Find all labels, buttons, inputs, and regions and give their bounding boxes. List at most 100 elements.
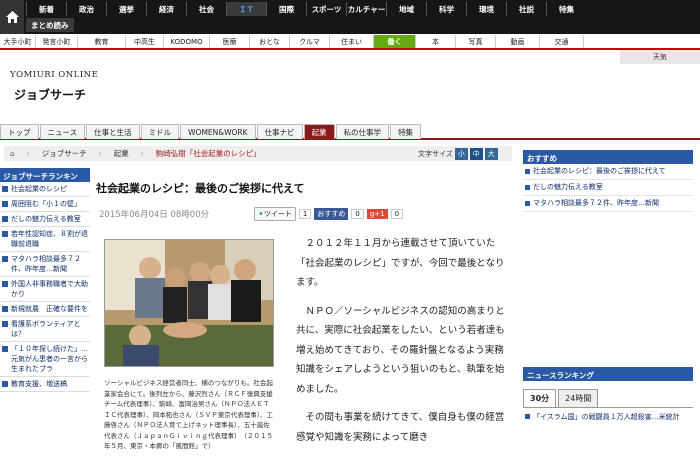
sub-nav-item[interactable]: 交通 — [540, 35, 584, 48]
home-icon[interactable]: ⌂ — [10, 149, 15, 158]
top-nav-item[interactable]: 地域 — [386, 2, 426, 16]
sub-nav-item[interactable]: 働く — [374, 35, 416, 48]
sub-nav: 大手小町 発言小町 教育 中高生 KODOMO 医療 おとな クルマ 住まい 働く本写真 動画 交通 — [0, 35, 700, 50]
left-sidebar-item[interactable]: 外国人非事務職者で大助かり — [0, 277, 90, 302]
top-nav-item[interactable]: 政治 — [66, 2, 106, 16]
breadcrumb-item[interactable]: ジョブサーチ — [42, 148, 87, 159]
article-paragraph: ＮＰＯ／ソーシャルビジネスの認知の高まりと共に、実際に社会起業をしたい、という若… — [296, 305, 505, 395]
top-nav-item[interactable]: 新着 — [26, 2, 66, 16]
right-sidebar-recommended: おすすめ 社会起業のレシピ：最後のご挨拶に代えて だしの魅力伝える教室 マタハラ相談… — [523, 150, 693, 212]
left-sidebar-item[interactable]: だしの魅力伝える教室 — [0, 212, 90, 227]
sub-nav-item[interactable]: 本 — [416, 35, 456, 48]
category-nav: 新着 政治 選挙 経済 社会 ＩＴ 国際 スポーツ カルチャー 地域 科学 環境 社説 特集 — [26, 2, 586, 16]
section-tab[interactable]: 仕事ナビ — [256, 124, 303, 139]
tweet-button[interactable]: ✦ツイート — [254, 207, 296, 221]
sub-nav-item[interactable]: 写真 — [456, 35, 496, 48]
font-size-large-button[interactable]: 大 — [484, 148, 498, 160]
bullet-icon — [2, 321, 8, 327]
bullet-icon — [525, 169, 530, 174]
bullet-icon — [2, 346, 8, 352]
news-ranking: ニュースランキング 30分 24時間 「イスラム国」の戦闘員１万人超殺害…米統計 — [523, 367, 693, 426]
bullet-icon — [2, 281, 8, 287]
left-sidebar-item[interactable]: 社会起業のレシピ — [0, 182, 90, 197]
bullet-icon — [2, 231, 8, 237]
bullet-icon — [525, 185, 530, 190]
font-size-label: 文字サイズ — [418, 150, 453, 158]
left-sidebar-item[interactable]: 看護系ボランティアとは？ — [0, 317, 90, 342]
bullet-icon — [2, 306, 8, 312]
breadcrumb-current: 駒崎弘樹「社会起業のレシピ」 — [155, 149, 261, 158]
sub-nav-item[interactable]: クルマ — [290, 35, 330, 48]
breadcrumb-item[interactable]: 起業 — [114, 148, 129, 159]
facebook-recommend-button[interactable]: おすすめ — [314, 208, 349, 220]
sub-nav-item[interactable]: 動画 — [496, 35, 540, 48]
section-tab[interactable]: トップ — [0, 124, 39, 139]
bullet-icon — [2, 186, 8, 192]
section-tab[interactable]: 起業 — [303, 124, 335, 139]
top-nav-item[interactable]: カルチャー — [346, 2, 386, 16]
sub-nav-item[interactable]: おとな — [250, 35, 290, 48]
social-buttons: ✦ツイート 1 おすすめ 0 g+1 0 — [254, 207, 404, 221]
bullet-icon — [525, 414, 530, 419]
bullet-icon — [2, 256, 8, 262]
section-tab[interactable]: 特集 — [390, 124, 422, 139]
font-size-medium-button[interactable]: 中 — [469, 148, 483, 160]
recommended-item[interactable]: 社会起業のレシピ：最後のご挨拶に代えて — [523, 164, 693, 180]
weather-link[interactable]: 天気 — [620, 50, 700, 64]
global-nav-bar: 新着 政治 選挙 経済 社会 ＩＴ 国際 スポーツ カルチャー 地域 科学 環境 社説 特集 まとめ読み — [0, 0, 700, 34]
recommended-item[interactable]: マタハラ相談最多７２件、昨年度…新聞 — [523, 196, 693, 212]
section-tab[interactable]: 仕事と生活 — [86, 124, 140, 139]
article-title: 社会起業のレシピ：最後のご挨拶に代えて — [96, 182, 305, 195]
sub-nav-item[interactable]: 住まい — [330, 35, 374, 48]
article-photo[interactable] — [104, 239, 274, 367]
matome-button[interactable]: まとめ読み — [26, 18, 74, 32]
article-body: ２０１２年１１月から連載させて頂いていた「社会起業のレシピ」ですが、今回で最後と… — [296, 234, 508, 456]
photo-caption: ソーシャルビジネス経営者同士、横のつながりも。社会起業家会合にて。後列左から、藤… — [104, 379, 273, 450]
bullet-icon — [2, 216, 8, 222]
left-sidebar-item[interactable]: 「１０年探し続けた」…元気がん患者の一言から生まれたプラ — [0, 342, 90, 377]
bullet-icon — [2, 381, 8, 387]
top-nav-item[interactable]: 社説 — [506, 2, 546, 16]
gplus-button[interactable]: g+1 — [366, 209, 388, 219]
left-sidebar-title: ジョブサーチランキン — [0, 168, 90, 182]
tweet-count: 1 — [298, 209, 312, 219]
sub-nav-item[interactable]: 医療 — [210, 35, 250, 48]
sub-nav-item[interactable]: KODOMO — [164, 35, 210, 48]
left-sidebar-item[interactable]: 新規就農 正確な要件を — [0, 302, 90, 317]
ranking-tab-24h[interactable]: 24時間 — [558, 389, 599, 407]
top-nav-item[interactable]: 科学 — [426, 2, 466, 16]
left-sidebar-item[interactable]: 教育支援、増送稿 — [0, 377, 90, 392]
site-brand[interactable]: YOMIURI ONLINE — [10, 70, 98, 80]
left-sidebar-item[interactable]: 若年性認知症、８割が退職前退職 — [0, 227, 90, 252]
sub-nav-item[interactable]: 教育 — [78, 35, 126, 48]
article-paragraph: その間も事業を続けてきて、僕自身も僕の経営感覚や知識を実務によって磨き — [296, 412, 505, 443]
left-sidebar-item[interactable]: マタハラ相談最多７２件、昨年度…新聞 — [0, 252, 90, 277]
top-nav-item[interactable]: 社会 — [186, 2, 226, 16]
sub-nav-item[interactable]: 大手小町 — [0, 35, 36, 48]
top-nav-item[interactable]: スポーツ — [306, 2, 346, 16]
ranking-title: ニュースランキング — [523, 367, 693, 381]
section-tab[interactable]: WOMEN&WORK — [180, 124, 256, 139]
top-nav-item[interactable]: ＩＴ — [226, 2, 266, 16]
top-nav-item[interactable]: 国際 — [266, 2, 306, 16]
left-sidebar-item[interactable]: 周囲阻む「小１の壁」 — [0, 197, 90, 212]
font-size-small-button[interactable]: 小 — [454, 148, 468, 160]
section-title[interactable]: ジョブサーチ — [14, 86, 86, 103]
sub-nav-item[interactable]: 発言小町 — [36, 35, 78, 48]
section-tab[interactable]: ミドル — [140, 124, 180, 139]
ranking-tab-30min[interactable]: 30分 — [523, 389, 557, 407]
section-tab[interactable]: 私の仕事学 — [335, 124, 390, 139]
section-tab[interactable]: ニュース — [39, 124, 86, 139]
recommended-item[interactable]: だしの魅力伝える教室 — [523, 180, 693, 196]
top-nav-item[interactable]: 選挙 — [106, 2, 146, 16]
article-date: 2015年06月04日 08時00分 — [99, 210, 210, 220]
ranking-item[interactable]: 「イスラム国」の戦闘員１万人超殺害…米統計 — [523, 408, 693, 426]
sub-nav-item[interactable]: 中高生 — [126, 35, 164, 48]
home-icon[interactable] — [0, 0, 24, 34]
section-tabs: トップ ニュース 仕事と生活 ミドル WOMEN&WORK 仕事ナビ 起業 私の仕事学 特集 — [0, 124, 700, 140]
top-nav-item[interactable]: 経済 — [146, 2, 186, 16]
top-nav-item[interactable]: 環境 — [466, 2, 506, 16]
facebook-count: 0 — [351, 209, 364, 219]
left-sidebar: ジョブサーチランキン 社会起業のレシピ 周囲阻む「小１の壁」 だしの魅力伝える教室若… — [0, 168, 90, 392]
top-nav-item[interactable]: 特集 — [546, 2, 586, 16]
